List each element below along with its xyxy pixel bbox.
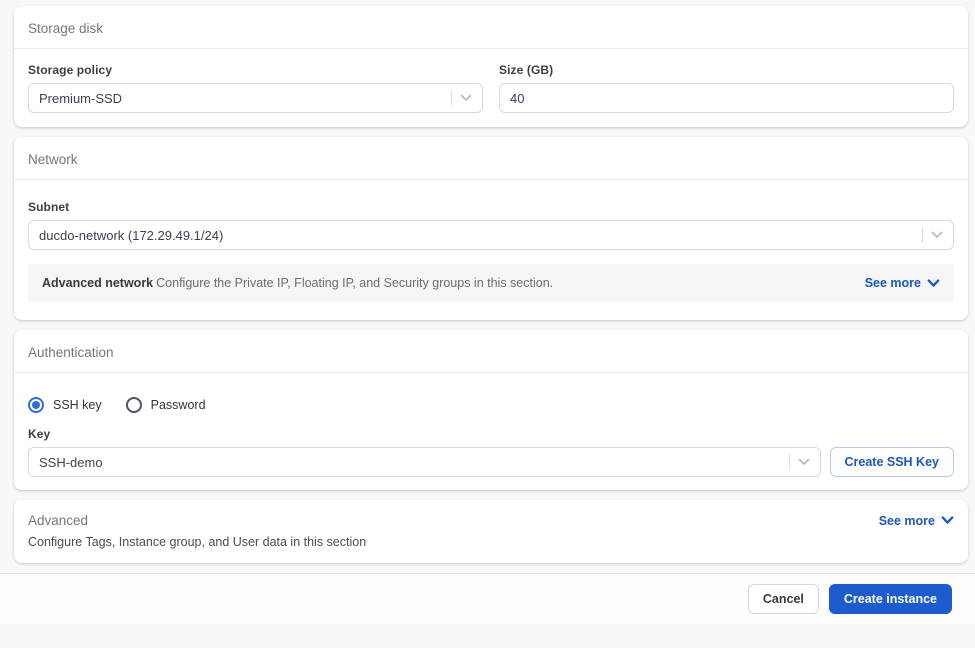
chevron-down-icon	[798, 458, 809, 465]
storage-policy-label: Storage policy	[28, 63, 113, 77]
subnet-label: Subnet	[28, 200, 70, 214]
advanced-network-description: Configure the Private IP, Floating IP, a…	[156, 276, 554, 290]
section-title-network: Network	[14, 137, 968, 180]
key-label: Key	[28, 427, 51, 441]
see-more-label: See more	[878, 513, 935, 528]
chevron-down-icon	[941, 516, 954, 524]
radio-ssh-key[interactable]: SSH key	[28, 397, 102, 413]
size-input[interactable]	[499, 83, 954, 113]
radio-unselected-icon	[125, 397, 142, 413]
authentication-section: Authentication SSH key Password Key SSH-…	[14, 330, 968, 490]
subnet-select[interactable]: ducdo-network (172.29.49.1/24)	[28, 220, 954, 250]
cancel-button[interactable]: Cancel	[747, 584, 819, 614]
chevron-down-icon	[931, 231, 943, 238]
section-title-advanced: Advanced	[28, 513, 89, 528]
subnet-value: ducdo-network (172.29.49.1/24)	[39, 227, 224, 243]
select-divider	[451, 90, 452, 106]
see-more-label: See more	[864, 276, 921, 290]
network-section: Network Subnet ducdo-network (172.29.49.…	[14, 137, 968, 320]
auth-method-radio-group: SSH key Password	[28, 397, 954, 413]
chevron-down-icon	[460, 94, 472, 101]
ssh-key-value: SSH-demo	[39, 454, 103, 470]
chevron-down-icon	[927, 278, 940, 287]
radio-password-label: Password	[150, 398, 206, 412]
advanced-description: Configure Tags, Instance group, and User…	[28, 535, 367, 549]
advanced-network-title: Advanced network	[42, 276, 154, 290]
storage-policy-select[interactable]: Premium-SSD	[28, 83, 483, 113]
create-ssh-key-button[interactable]: Create SSH Key	[829, 447, 954, 477]
ssh-key-select[interactable]: SSH-demo	[28, 447, 821, 477]
storage-policy-value: Premium-SSD	[39, 90, 123, 106]
network-see-more-link[interactable]: See more	[865, 276, 940, 290]
advanced-network-text: Advanced network Configure the Private IP…	[42, 276, 553, 290]
section-title-storage-disk: Storage disk	[14, 6, 968, 49]
footer-action-bar: Cancel Create instance	[0, 573, 975, 624]
advanced-network-bar: Advanced network Configure the Private IP…	[28, 264, 954, 302]
radio-ssh-key-label: SSH key	[53, 398, 102, 412]
select-divider	[788, 454, 790, 470]
radio-password[interactable]: Password	[125, 397, 206, 413]
advanced-section: Advanced See more Configure Tags, Instan…	[14, 500, 968, 563]
section-title-authentication: Authentication	[14, 330, 968, 373]
size-label: Size (GB)	[499, 63, 554, 77]
select-divider	[922, 227, 923, 243]
advanced-see-more-link[interactable]: See more	[879, 514, 954, 528]
create-instance-button[interactable]: Create instance	[828, 584, 952, 614]
radio-selected-icon	[28, 397, 44, 413]
storage-disk-section: Storage disk Storage policy Premium-SSD …	[14, 6, 968, 127]
